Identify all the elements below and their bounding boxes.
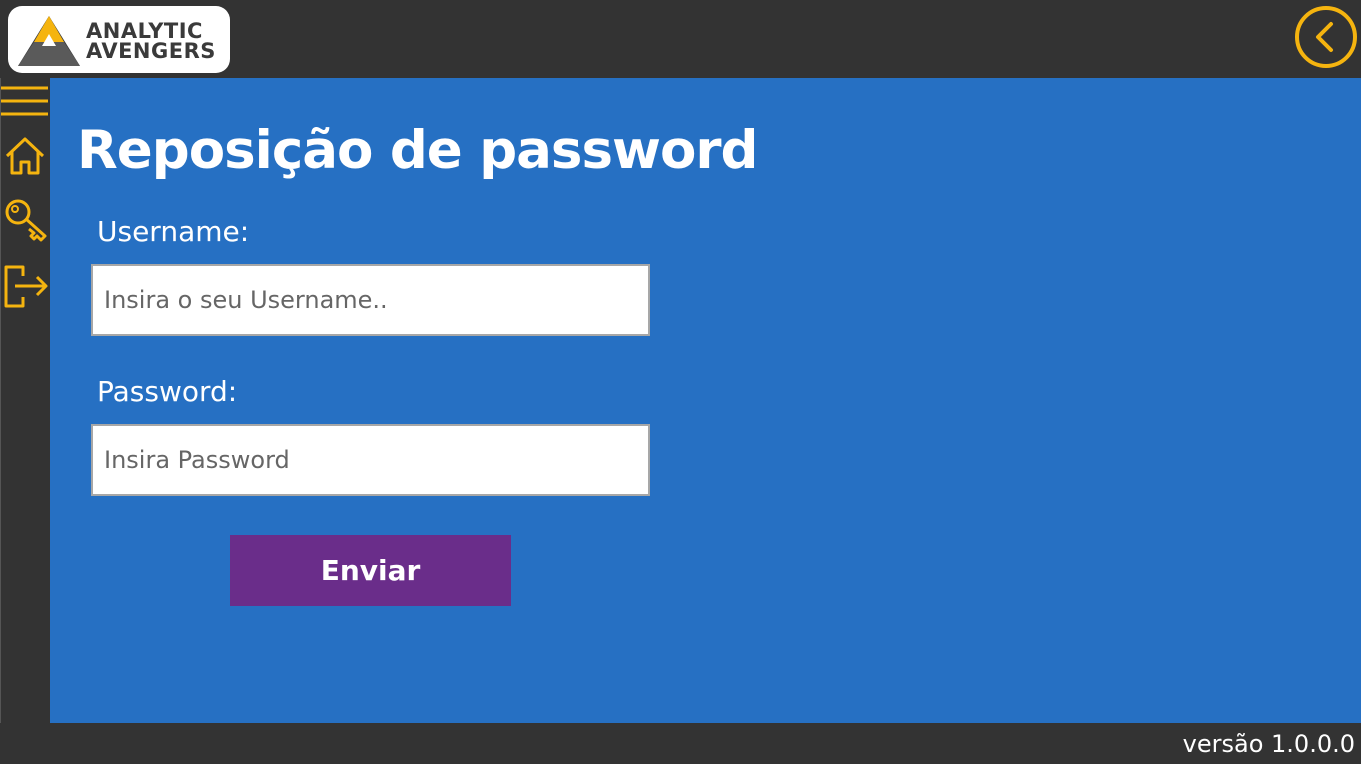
username-label: Username: xyxy=(97,215,250,248)
password-label: Password: xyxy=(97,375,238,408)
password-input[interactable] xyxy=(91,424,650,496)
page-title: Reposição de password xyxy=(77,120,758,181)
back-button[interactable] xyxy=(1294,5,1358,69)
sidebar-nav xyxy=(0,78,51,724)
sidebar-item-password-reset[interactable] xyxy=(1,196,51,244)
home-icon xyxy=(5,137,45,175)
menu-icon xyxy=(1,86,48,116)
status-bar: versão 1.0.0.0 xyxy=(0,723,1361,764)
top-bar: ANALYTIC AVENGERS xyxy=(0,0,1361,78)
logout-icon xyxy=(4,265,48,308)
password-reset-panel: Reposição de password Username: Password… xyxy=(50,78,1361,723)
key-icon xyxy=(5,199,47,242)
app-window: ANALYTIC AVENGERS Reposição de password … xyxy=(0,0,1361,764)
brand-logo: ANALYTIC AVENGERS xyxy=(8,6,230,73)
submit-button[interactable]: Enviar xyxy=(230,535,511,606)
username-input[interactable] xyxy=(91,264,650,336)
sidebar-item-home[interactable] xyxy=(1,134,51,178)
logo-triangle-icon xyxy=(18,16,80,66)
sidebar-item-logout[interactable] xyxy=(1,264,51,310)
version-label: versão 1.0.0.0 xyxy=(1182,730,1355,758)
logo-text-line2: AVENGERS xyxy=(86,39,216,63)
menu-button[interactable] xyxy=(1,84,51,120)
chevron-left-circle-icon xyxy=(1295,6,1357,68)
